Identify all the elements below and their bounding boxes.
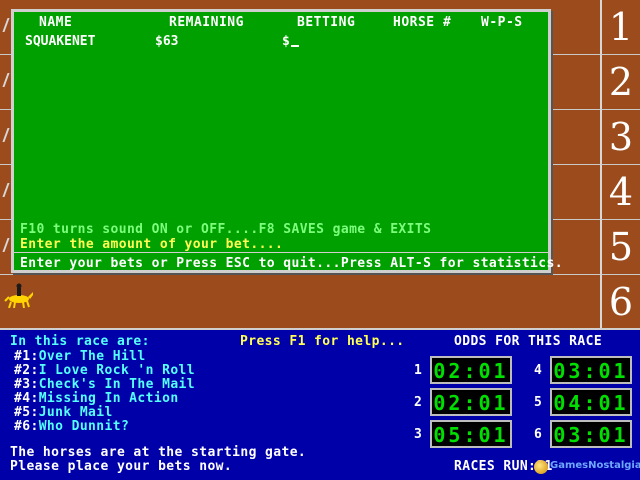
horse-number: #1: [14,349,39,364]
odds-label: 3 [414,427,422,442]
lane-pole-icon [2,18,10,32]
horse-entry: #4:Missing In Action [14,391,179,406]
watermark-text: GamesNostalgia.com [550,460,640,471]
horse-name: Check's In The Mail [38,377,195,392]
site-watermark: GamesNostalgia.com [534,458,640,476]
horse-name: Who Dunnit? [38,419,130,434]
lane-6 [0,275,600,330]
horse-number: #2: [14,363,39,378]
odds-label: 2 [414,395,422,410]
horse-entry: #2:I Love Rock 'n Roll [14,363,195,378]
post-number: 4 [608,170,634,214]
lane-pole-icon [2,238,10,252]
post-2: 2 [600,55,640,110]
post-number: 2 [608,60,634,104]
odds-label: 4 [534,363,542,378]
horse-entry: #5:Junk Mail [14,405,113,420]
post-6: 6 [600,275,640,330]
player-remaining: $63 [155,34,179,49]
bet-amount-field[interactable]: $ [282,34,299,49]
sound-save-hint: F10 turns sound ON or OFF....F8 SAVES ga… [20,222,432,237]
race-intro: In this race are: [10,334,150,349]
odds-display: 03:01 [550,420,632,448]
betting-dialog: NAME REMAINING BETTING HORSE # W-P-S SQU… [11,9,563,273]
horse-name: Over The Hill [38,349,146,364]
odds-display: 03:01 [550,356,632,384]
odds-display: 04:01 [550,388,632,416]
status-message: The horses are at the starting gate. [10,445,307,460]
horse-number: #5: [14,405,39,420]
odds-label: 6 [534,427,542,442]
player-name: SQUAKENET [25,34,96,49]
status-message: Please place your bets now. [10,459,233,474]
odds-display: 02:01 [430,388,512,416]
column-header-wps: W-P-S [481,15,523,30]
horse-number: #3: [14,377,39,392]
odds-label: 1 [414,363,422,378]
horse-entry: #1:Over The Hill [14,349,146,364]
column-header-name: NAME [39,15,73,30]
column-header-remaining: REMAINING [169,15,244,30]
horse-entry: #6:Who Dunnit? [14,419,129,434]
lane-pole-icon [2,73,10,87]
horse-number: #6: [14,419,39,434]
horse-name: Junk Mail [38,405,113,420]
odds-label: 5 [534,395,542,410]
jockey-on-horse-icon [4,283,33,308]
horse-entry: #3:Check's In The Mail [14,377,195,392]
odds-title: ODDS FOR THIS RACE [454,334,603,349]
instructions: Enter your bets or Press ESC to quit...P… [20,256,563,271]
odds-value: 02:01 [433,359,509,383]
column-header-betting: BETTING [297,15,356,30]
help-hint: Press F1 for help... [240,334,405,349]
lane-pole-icon [2,183,10,197]
post-number: 3 [608,115,634,159]
odds-value: 05:01 [433,423,509,447]
bet-currency: $ [282,34,290,49]
post-1: 1 [600,0,640,55]
post-4: 4 [600,165,640,220]
coin-logo-icon [534,460,548,474]
odds-value: 03:01 [553,359,629,383]
post-5: 5 [600,220,640,275]
text-cursor [290,45,299,47]
divider [14,252,548,253]
lane-pole-icon [2,128,10,142]
odds-value: 04:01 [553,391,629,415]
horse-name: Missing In Action [38,391,179,406]
odds-display: 05:01 [430,420,512,448]
bet-prompt: Enter the amount of your bet.... [20,237,284,252]
horse-number: #4: [14,391,39,406]
post-number: 5 [608,225,634,269]
post-number: 1 [608,5,634,49]
column-header-horse: HORSE # [393,15,452,30]
odds-display: 02:01 [430,356,512,384]
post-number: 6 [608,280,634,324]
odds-value: 03:01 [553,423,629,447]
post-3: 3 [600,110,640,165]
odds-value: 02:01 [433,391,509,415]
horse-name: I Love Rock 'n Roll [38,363,195,378]
